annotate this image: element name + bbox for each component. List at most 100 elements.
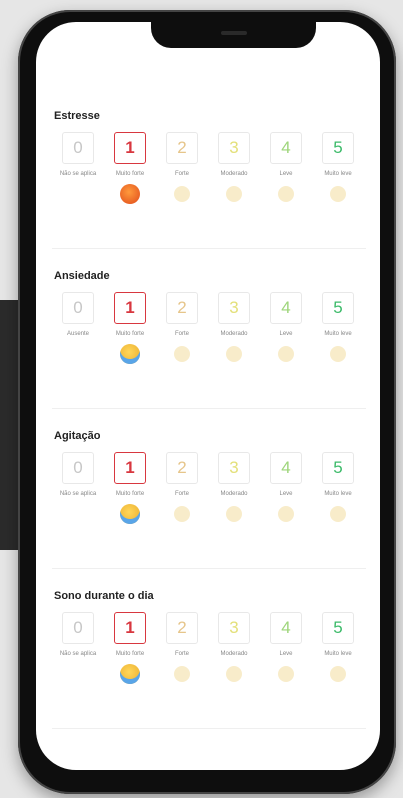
faded-face-icon bbox=[226, 666, 242, 682]
rating-caption: Muito forte bbox=[115, 491, 145, 497]
section-title: Agitação bbox=[54, 430, 101, 442]
faded-face-icon bbox=[330, 346, 346, 362]
faded-face-icon bbox=[330, 506, 346, 522]
rating-option-5[interactable]: 5 Muito leve bbox=[312, 612, 364, 682]
rating-box[interactable]: 2 bbox=[166, 132, 198, 164]
rating-option-5[interactable]: 5 Muito leve bbox=[312, 452, 364, 522]
rating-box[interactable]: 1 bbox=[114, 132, 146, 164]
rating-box[interactable]: 3 bbox=[218, 132, 250, 164]
rating-caption: Ausente bbox=[66, 331, 90, 337]
rating-caption: Não se aplica bbox=[59, 171, 97, 177]
rating-options: 0 Ausente 1 Muito forte 2 Forte 3 Modera… bbox=[52, 292, 366, 364]
section-title: Estresse bbox=[54, 110, 100, 122]
faded-face-icon bbox=[330, 186, 346, 202]
rating-box[interactable]: 5 bbox=[322, 292, 354, 324]
rating-option-5[interactable]: 5 Muito leve bbox=[312, 292, 364, 362]
rating-option-5[interactable]: 5 Muito leve bbox=[312, 132, 364, 202]
speaker-grille bbox=[221, 31, 247, 35]
rating-option-0[interactable]: 0 Não se aplica bbox=[52, 612, 104, 659]
faded-face-icon bbox=[174, 346, 190, 362]
rating-option-3[interactable]: 3 Moderado bbox=[208, 612, 260, 682]
phone-notch bbox=[151, 22, 316, 48]
faded-face-icon bbox=[330, 666, 346, 682]
rating-option-4[interactable]: 4 Leve bbox=[260, 612, 312, 682]
rating-box[interactable]: 1 bbox=[114, 292, 146, 324]
faded-face-icon bbox=[226, 506, 242, 522]
rating-option-0[interactable]: 0 Não se aplica bbox=[52, 132, 104, 179]
rating-box[interactable]: 5 bbox=[322, 612, 354, 644]
faded-face-icon bbox=[278, 666, 294, 682]
faded-face-icon bbox=[174, 186, 190, 202]
rating-option-3[interactable]: 3 Moderado bbox=[208, 452, 260, 522]
crying-face-icon bbox=[120, 504, 140, 524]
rating-caption: Forte bbox=[174, 331, 189, 337]
rating-caption: Não se aplica bbox=[59, 491, 97, 497]
rating-box[interactable]: 4 bbox=[270, 612, 302, 644]
rating-options: 0 Não se aplica 1 Muito forte 2 Forte 3 … bbox=[52, 612, 366, 684]
rating-caption: Forte bbox=[174, 171, 189, 177]
rating-caption: Muito forte bbox=[115, 171, 145, 177]
rating-caption: Leve bbox=[279, 171, 293, 177]
rating-option-2[interactable]: 2 Forte bbox=[156, 452, 208, 522]
rating-option-2[interactable]: 2 Forte bbox=[156, 132, 208, 202]
rating-caption: Forte bbox=[174, 651, 189, 657]
rating-option-4[interactable]: 4 Leve bbox=[260, 292, 312, 362]
rating-box[interactable]: 0 bbox=[62, 612, 94, 644]
section-title: Sono durante o dia bbox=[54, 590, 154, 602]
faded-face-icon bbox=[174, 506, 190, 522]
rating-options: 0 Não se aplica 1 Muito forte 2 Forte 3 … bbox=[52, 452, 366, 524]
rating-caption: Leve bbox=[279, 331, 293, 337]
rating-caption: Moderado bbox=[220, 651, 248, 657]
angry-face-icon bbox=[120, 184, 140, 204]
rating-box[interactable]: 1 bbox=[114, 452, 146, 484]
rating-box[interactable]: 0 bbox=[62, 132, 94, 164]
rating-box[interactable]: 2 bbox=[166, 292, 198, 324]
crying-face-icon bbox=[120, 664, 140, 684]
rating-caption: Muito leve bbox=[324, 491, 352, 497]
faded-face-icon bbox=[174, 666, 190, 682]
rating-option-0[interactable]: 0 Ausente bbox=[52, 292, 104, 339]
rating-option-1[interactable]: 1 Muito forte bbox=[104, 452, 156, 524]
app-screen: Estresse 0 Não se aplica 1 Muito forte 2… bbox=[36, 22, 380, 770]
rating-box[interactable]: 3 bbox=[218, 452, 250, 484]
rating-option-2[interactable]: 2 Forte bbox=[156, 292, 208, 362]
rating-caption: Muito forte bbox=[115, 651, 145, 657]
rating-option-0[interactable]: 0 Não se aplica bbox=[52, 452, 104, 499]
rating-option-3[interactable]: 3 Moderado bbox=[208, 132, 260, 202]
rating-caption: Leve bbox=[279, 491, 293, 497]
rating-box[interactable]: 3 bbox=[218, 292, 250, 324]
rating-caption: Muito forte bbox=[115, 331, 145, 337]
rating-option-4[interactable]: 4 Leve bbox=[260, 452, 312, 522]
faded-face-icon bbox=[226, 346, 242, 362]
rating-box[interactable]: 2 bbox=[166, 452, 198, 484]
rating-option-2[interactable]: 2 Forte bbox=[156, 612, 208, 682]
rating-caption: Forte bbox=[174, 491, 189, 497]
rating-option-1[interactable]: 1 Muito forte bbox=[104, 612, 156, 684]
rating-box[interactable]: 4 bbox=[270, 452, 302, 484]
rating-box[interactable]: 4 bbox=[270, 132, 302, 164]
rating-option-3[interactable]: 3 Moderado bbox=[208, 292, 260, 362]
section-divider bbox=[52, 728, 366, 729]
rating-box[interactable]: 3 bbox=[218, 612, 250, 644]
rating-caption: Leve bbox=[279, 651, 293, 657]
rating-box[interactable]: 0 bbox=[62, 452, 94, 484]
rating-box[interactable]: 4 bbox=[270, 292, 302, 324]
rating-caption: Não se aplica bbox=[59, 651, 97, 657]
rating-box[interactable]: 5 bbox=[322, 452, 354, 484]
rating-caption: Moderado bbox=[220, 331, 248, 337]
rating-box[interactable]: 0 bbox=[62, 292, 94, 324]
crying-face-icon bbox=[120, 344, 140, 364]
rating-box[interactable]: 5 bbox=[322, 132, 354, 164]
faded-face-icon bbox=[278, 346, 294, 362]
rating-caption: Moderado bbox=[220, 491, 248, 497]
rating-caption: Muito leve bbox=[324, 331, 352, 337]
rating-caption: Moderado bbox=[220, 171, 248, 177]
rating-option-1[interactable]: 1 Muito forte bbox=[104, 292, 156, 364]
rating-box[interactable]: 1 bbox=[114, 612, 146, 644]
rating-option-1[interactable]: 1 Muito forte bbox=[104, 132, 156, 204]
rating-option-4[interactable]: 4 Leve bbox=[260, 132, 312, 202]
rating-box[interactable]: 2 bbox=[166, 612, 198, 644]
rating-options: 0 Não se aplica 1 Muito forte 2 Forte 3 … bbox=[52, 132, 366, 204]
faded-face-icon bbox=[226, 186, 242, 202]
section-divider bbox=[52, 408, 366, 409]
